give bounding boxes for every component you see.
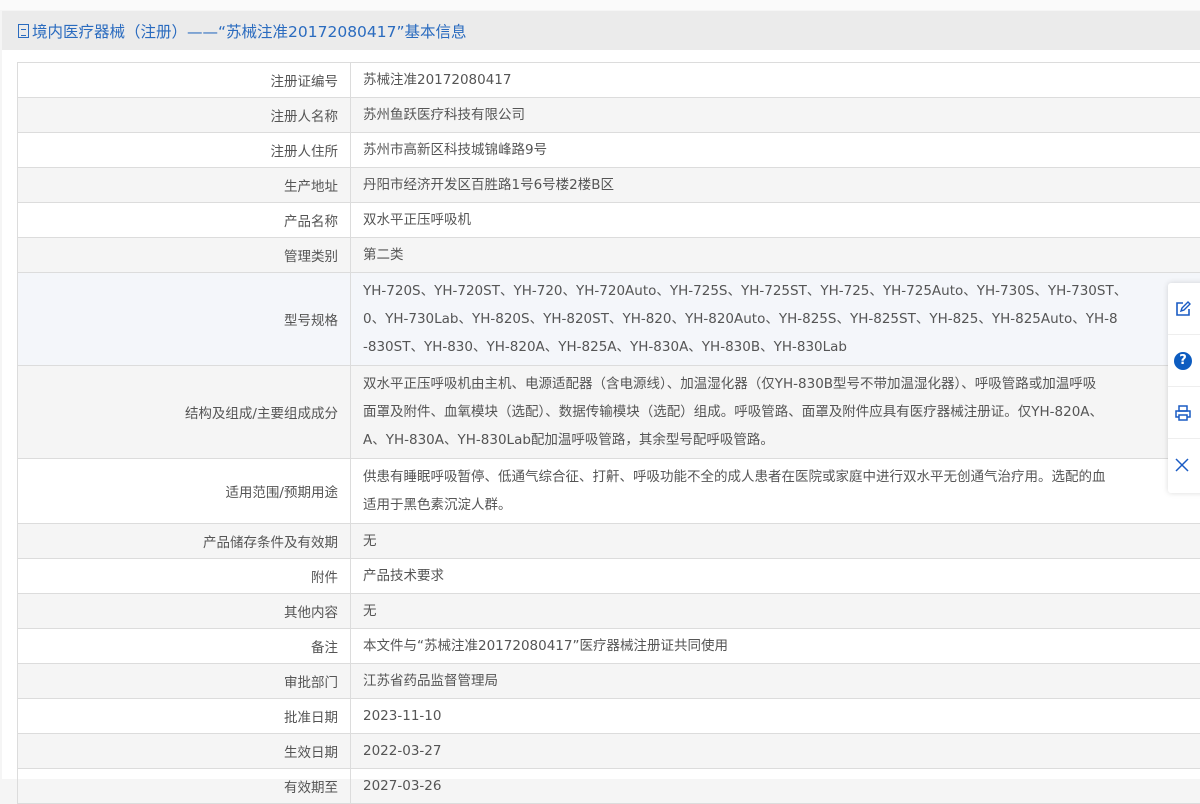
table-row: 注册证编号苏械注准20172080417 (18, 63, 1200, 98)
field-value: 苏州鱼跃医疗科技有限公司 (351, 98, 1200, 133)
table-row: 有效期至 2027-03-26 (18, 769, 1200, 804)
field-value: 丹阳市经济开发区百胜路1号6号楼2楼B区 (351, 168, 1200, 203)
edit-icon (1174, 300, 1192, 318)
field-value-line: 供患有睡眠呼吸暂停、低通气综合征、打鼾、呼吸功能不全的成人患者在医院或家庭中进行… (363, 463, 1200, 491)
close-button[interactable] (1168, 439, 1200, 491)
table-row: 适用范围/预期用途供患有睡眠呼吸暂停、低通气综合征、打鼾、呼吸功能不全的成人患者… (18, 459, 1200, 524)
close-icon (1174, 457, 1190, 473)
field-label: 注册人住所 (18, 133, 351, 168)
field-label: 生效日期 (18, 734, 351, 769)
field-label: 注册证编号 (18, 63, 351, 98)
field-value-line: 0、YH-730Lab、YH-820S、YH-820ST、YH-820、YH-8… (363, 305, 1200, 333)
field-value-line: 产品技术要求 (363, 562, 1200, 590)
field-value: 产品技术要求 (351, 559, 1200, 594)
table-row: 注册人名称苏州鱼跃医疗科技有限公司 (18, 98, 1200, 133)
field-value-line: YH-720S、YH-720ST、YH-720、YH-720Auto、YH-72… (363, 277, 1200, 305)
field-label: 产品储存条件及有效期 (18, 524, 351, 559)
field-value-line: 2023-11-10 (363, 702, 1200, 730)
field-label: 生产地址 (18, 168, 351, 203)
field-value-line: 第二类 (363, 241, 1200, 269)
field-value-line: 本文件与“苏械注准20172080417”医疗器械注册证共同使用 (363, 632, 1200, 660)
field-value: 无 (351, 594, 1200, 629)
field-value-line: 2022-03-27 (363, 737, 1200, 765)
field-label: 结构及组成/主要组成成分 (18, 366, 351, 459)
print-icon (1174, 404, 1192, 422)
field-value-line: 苏州市高新区科技城锦峰路9号 (363, 136, 1200, 164)
field-label: 附件 (18, 559, 351, 594)
info-table: 注册证编号苏械注准20172080417注册人名称苏州鱼跃医疗科技有限公司注册人… (17, 62, 1200, 804)
help-button[interactable]: ? (1168, 335, 1200, 387)
table-row: 审批部门江苏省药品监督管理局 (18, 664, 1200, 699)
table-row: 批准日期 2023-11-10 (18, 699, 1200, 734)
field-label: 备注 (18, 629, 351, 664)
table-row: 备注本文件与“苏械注准20172080417”医疗器械注册证共同使用 (18, 629, 1200, 664)
field-value-line: 丹阳市经济开发区百胜路1号6号楼2楼B区 (363, 171, 1200, 199)
field-value: YH-720S、YH-720ST、YH-720、YH-720Auto、YH-72… (351, 273, 1200, 366)
table-row: 其他内容无 (18, 594, 1200, 629)
field-value: 无 (351, 524, 1200, 559)
field-label: 审批部门 (18, 664, 351, 699)
table-row: 生效日期 2022-03-27 (18, 734, 1200, 769)
field-value: 2027-03-26 (351, 769, 1200, 804)
top-strip (0, 0, 1200, 10)
field-value-line: 适用于黑色素沉淀人群。 (363, 491, 1200, 519)
field-value-line: -830ST、YH-830、YH-820A、YH-825A、YH-830A、YH… (363, 333, 1200, 361)
field-label: 型号规格 (18, 273, 351, 366)
field-value-line: A、YH-830A、YH-830Lab配加温呼吸管路，其余型号配呼吸管路。 (363, 426, 1200, 454)
field-value: 本文件与“苏械注准20172080417”医疗器械注册证共同使用 (351, 629, 1200, 664)
field-value: 苏州市高新区科技城锦峰路9号 (351, 133, 1200, 168)
field-value-line: 2027-03-26 (363, 772, 1200, 800)
field-value: 苏械注准20172080417 (351, 63, 1200, 98)
print-button[interactable] (1168, 387, 1200, 439)
field-label: 适用范围/预期用途 (18, 459, 351, 524)
table-row: 产品名称双水平正压呼吸机 (18, 203, 1200, 238)
field-label: 注册人名称 (18, 98, 351, 133)
table-row: 产品储存条件及有效期无 (18, 524, 1200, 559)
table-row: 生产地址丹阳市经济开发区百胜路1号6号楼2楼B区 (18, 168, 1200, 203)
field-value: 江苏省药品监督管理局 (351, 664, 1200, 699)
floating-toolbar: ? (1168, 283, 1200, 493)
page-header: 境内医疗器械（注册）——“苏械注准20172080417”基本信息 (2, 11, 1200, 50)
field-value: 双水平正压呼吸机 (351, 203, 1200, 238)
table-row: 结构及组成/主要组成成分双水平正压呼吸机由主机、电源适配器（含电源线）、加温湿化… (18, 366, 1200, 459)
field-value-line: 双水平正压呼吸机由主机、电源适配器（含电源线）、加温湿化器（仅YH-830B型号… (363, 370, 1200, 398)
field-value-line: 苏械注准20172080417 (363, 66, 1200, 94)
field-value-line: 面罩及附件、血氧模块（选配）、数据传输模块（选配）组成。呼吸管路、面罩及附件应具… (363, 398, 1200, 426)
page-title-text: 境内医疗器械（注册）——“苏械注准20172080417”基本信息 (32, 20, 467, 42)
field-label: 产品名称 (18, 203, 351, 238)
field-label: 批准日期 (18, 699, 351, 734)
field-label: 其他内容 (18, 594, 351, 629)
edit-button[interactable] (1168, 283, 1200, 335)
page-title: 境内医疗器械（注册）——“苏械注准20172080417”基本信息 (2, 20, 467, 42)
field-value: 2023-11-10 (351, 699, 1200, 734)
field-value: 第二类 (351, 238, 1200, 273)
table-row: 管理类别第二类 (18, 238, 1200, 273)
field-value: 2022-03-27 (351, 734, 1200, 769)
field-value: 供患有睡眠呼吸暂停、低通气综合征、打鼾、呼吸功能不全的成人患者在医院或家庭中进行… (351, 459, 1200, 524)
table-row: 注册人住所苏州市高新区科技城锦峰路9号 (18, 133, 1200, 168)
help-icon: ? (1174, 352, 1192, 370)
field-label: 管理类别 (18, 238, 351, 273)
field-value-line: 苏州鱼跃医疗科技有限公司 (363, 101, 1200, 129)
field-value: 双水平正压呼吸机由主机、电源适配器（含电源线）、加温湿化器（仅YH-830B型号… (351, 366, 1200, 459)
field-value-line: 无 (363, 527, 1200, 555)
field-value-line: 双水平正压呼吸机 (363, 206, 1200, 234)
field-value-line: 无 (363, 597, 1200, 625)
document-icon (18, 24, 29, 38)
field-value-line: 江苏省药品监督管理局 (363, 667, 1200, 695)
table-row: 附件产品技术要求 (18, 559, 1200, 594)
field-label: 有效期至 (18, 769, 351, 804)
table-row: 型号规格 YH-720S、YH-720ST、YH-720、YH-720Auto、Y… (18, 273, 1200, 366)
